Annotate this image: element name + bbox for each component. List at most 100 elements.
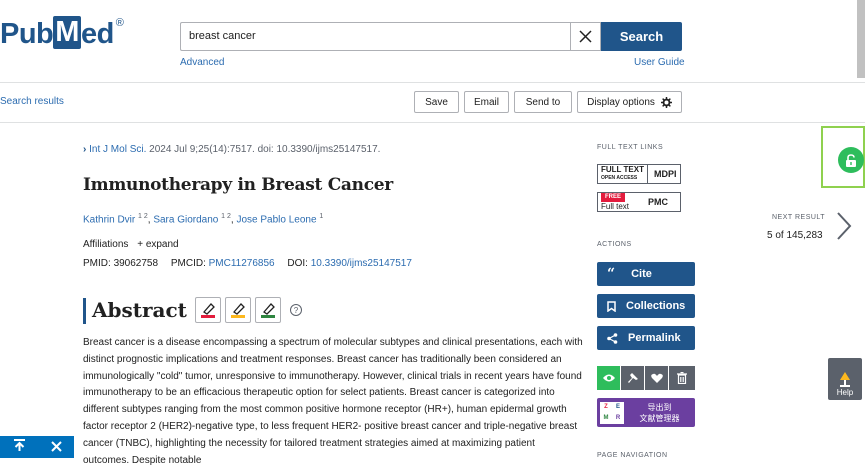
user-guide-link[interactable]: User Guide — [634, 57, 685, 68]
expand-affiliations-button[interactable]: + expand — [137, 239, 178, 250]
citation-details: 2024 Jul 9;25(14):7517. doi: 10.3390/ijm… — [146, 144, 381, 155]
advanced-search-link[interactable]: Advanced — [180, 57, 224, 68]
display-options-button[interactable]: Display options — [577, 91, 682, 113]
toolbar-divider — [0, 122, 865, 123]
actions-label: ACTIONS — [597, 241, 632, 248]
mdpi-badge-brand: MDPI — [653, 169, 677, 179]
highlighter-green-icon — [261, 303, 275, 318]
close-icon — [579, 30, 592, 43]
abstract-heading: Abstract — [92, 298, 187, 322]
clear-search-button[interactable] — [570, 22, 601, 51]
trash-icon — [677, 372, 687, 384]
pmid-label: PMID: — [83, 258, 111, 269]
pmc-badge-line1: FREE — [601, 193, 625, 202]
scroll-to-top-icon[interactable] — [13, 438, 26, 456]
collections-label: Collections — [626, 300, 686, 312]
scrollbar-thumb[interactable] — [857, 0, 865, 78]
result-position: 5 of 145,283 — [767, 230, 823, 241]
journal-link[interactable]: Int J Mol Sci. — [89, 144, 146, 155]
collections-button[interactable]: Collections — [597, 294, 695, 318]
export-label-line1: 导出到 — [647, 402, 672, 412]
email-button[interactable]: Email — [464, 91, 509, 113]
mdpi-badge-line1: FULL TEXT — [601, 165, 644, 174]
export-to-reference-manager-button[interactable]: ZEMR 导出到 文献管理器 — [597, 398, 695, 427]
bookmark-icon — [607, 300, 616, 312]
display-options-label: Display options — [587, 96, 655, 108]
cite-label: Cite — [631, 268, 652, 280]
permalink-button[interactable]: Permalink — [597, 326, 695, 350]
send-to-button[interactable]: Send to — [514, 91, 572, 113]
highlight-green-button[interactable] — [255, 297, 281, 323]
export-label-line2: 文献管理器 — [639, 413, 680, 423]
pmcid-link[interactable]: PMC11276856 — [209, 258, 275, 269]
author-list: Kathrin Dvir 1 2, Sara Giordano 1 2, Jos… — [83, 213, 324, 226]
mdpi-badge-left: FULL TEXT OPEN ACCESS — [598, 165, 648, 183]
logo-book-mark: M — [53, 16, 81, 49]
pmcid-label: PMCID: — [170, 258, 206, 269]
unlock-icon — [846, 153, 856, 167]
search-results-link[interactable]: Search results — [0, 96, 64, 107]
affiliations-row: Affiliations + expand — [83, 239, 179, 250]
plus-icon: + — [137, 239, 144, 250]
author-affiliation-ref[interactable]: 1 2 — [138, 213, 148, 220]
pmc-badge-brand: PMC — [648, 197, 668, 207]
pmc-badge-line2: Full text — [601, 202, 630, 211]
citation-line: › Int J Mol Sci. 2024 Jul 9;25(14):7517.… — [83, 144, 380, 155]
cite-button[interactable]: “ Cite — [597, 262, 695, 286]
author-affiliation-ref[interactable]: 1 2 — [221, 213, 231, 220]
highlighter-red-icon — [201, 303, 215, 318]
lamp-icon — [840, 372, 850, 387]
author-link[interactable]: Jose Pablo Leone — [236, 214, 316, 225]
zotero-logo-icon: ZEMR — [600, 401, 624, 424]
highlight-yellow-button[interactable] — [225, 297, 251, 323]
open-access-button[interactable] — [838, 147, 864, 173]
pmc-badge-left: FREE Full text — [598, 193, 644, 211]
pmid-value: 39062758 — [113, 258, 159, 269]
header-divider — [0, 82, 865, 83]
author-link[interactable]: Kathrin Dvir — [83, 214, 135, 225]
article-title: Immunotherapy in Breast Cancer — [83, 175, 393, 195]
heart-icon — [650, 373, 663, 383]
scroll-to-top-bar — [0, 436, 74, 458]
pubmed-logo[interactable]: Pub M ed ® — [0, 16, 124, 51]
expand-label: expand — [145, 239, 179, 250]
close-icon[interactable] — [50, 439, 62, 456]
highlight-red-button[interactable] — [195, 297, 221, 323]
identifiers-row: PMID: 39062758 PMCID: PMC11276856 DOI: 1… — [83, 258, 412, 269]
pin-button[interactable] — [621, 366, 644, 390]
logo-text-pub: Pub — [0, 18, 54, 50]
highlighter-yellow-icon — [231, 303, 245, 318]
share-icon — [607, 332, 618, 344]
abstract-accent-bar — [83, 298, 86, 324]
eye-icon — [602, 374, 615, 382]
search-button[interactable]: Search — [601, 22, 682, 51]
permalink-label: Permalink — [628, 332, 681, 344]
question-icon[interactable]: ? — [290, 304, 302, 316]
doi-label: DOI: — [287, 258, 308, 269]
help-widget[interactable]: Help — [828, 358, 862, 400]
save-button[interactable]: Save — [414, 91, 459, 113]
next-result-chevron-icon[interactable] — [836, 210, 852, 250]
help-label: Help — [836, 388, 854, 397]
abstract-text: Breast cancer is a disease encompassing … — [83, 337, 583, 466]
doi-link[interactable]: 10.3390/ijms25147517 — [311, 258, 412, 269]
delete-button[interactable] — [669, 366, 695, 390]
pmc-full-text-link[interactable]: FREE Full text PMC — [597, 192, 681, 212]
export-labels: 导出到 文献管理器 — [624, 402, 695, 424]
search-input[interactable]: breast cancer — [180, 22, 570, 51]
logo-text-ed: ed — [80, 18, 114, 50]
full-text-links-label: FULL TEXT LINKS — [597, 144, 664, 151]
author-affiliation-ref[interactable]: 1 — [319, 213, 323, 220]
registered-mark: ® — [115, 16, 124, 29]
affiliations-label: Affiliations — [83, 239, 129, 250]
author-link[interactable]: Sara Giordano — [153, 214, 218, 225]
next-result-label[interactable]: NEXT RESULT — [772, 214, 825, 221]
mdpi-full-text-link[interactable]: FULL TEXT OPEN ACCESS MDPI — [597, 164, 681, 184]
chevron-right-icon[interactable]: › — [83, 144, 86, 155]
mdpi-badge-line2: OPEN ACCESS — [601, 175, 638, 181]
favorite-button[interactable] — [645, 366, 668, 390]
gear-icon — [660, 96, 672, 108]
quote-icon: “ — [607, 266, 616, 282]
visibility-button[interactable] — [597, 366, 620, 390]
pin-icon — [627, 373, 638, 383]
